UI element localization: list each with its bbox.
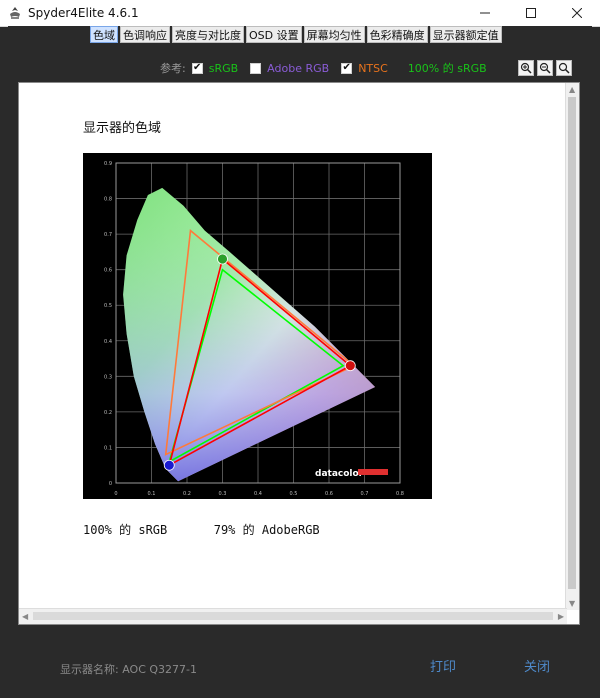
app-icon (10, 7, 20, 19)
y-tick-label: 0.4 (104, 339, 112, 345)
y-tick-label: 0.2 (104, 410, 112, 416)
primary-point (217, 253, 228, 265)
adobe-rgb-label: Adobe RGB (267, 61, 330, 75)
y-tick-label: 0.7 (104, 232, 112, 238)
report-panel: 显示器的色域 0 0.1 0.2 0.3 0.4 0.5 0.6 0.7 0.8… (18, 82, 580, 625)
x-tick-label: 0.6 (325, 491, 333, 497)
zoom-fit-button[interactable] (556, 60, 572, 76)
x-tick-label: 0.2 (183, 491, 191, 497)
zoom-in-icon (520, 62, 532, 74)
brand-label: datacolor (315, 469, 364, 479)
coverage-label: 100% 的 sRGB (407, 62, 487, 75)
close-window-button[interactable] (554, 0, 600, 26)
zoom-fit-icon (558, 62, 570, 74)
primary-point (344, 360, 356, 372)
srgb-coverage: 100% 的 sRGB (83, 523, 168, 537)
y-tick-label: 0.9 (104, 161, 112, 167)
horizontal-scroll-thumb[interactable] (33, 612, 553, 620)
y-tick-label: 0.5 (104, 303, 112, 309)
display-name: 显示器名称: AOC Q3277-1 (60, 663, 197, 676)
x-tick-label: 0.7 (361, 491, 369, 497)
maximize-icon (526, 8, 536, 18)
reference-label: 参考: (160, 62, 186, 75)
spectral-locus-shade (123, 187, 376, 482)
maximize-button[interactable] (508, 0, 554, 26)
gamut-chart: 0 0.1 0.2 0.3 0.4 0.5 0.6 0.7 0.8 0 0.1 0.2 0.3 0.4 0.… (83, 153, 432, 499)
tab-brightness-contrast[interactable]: 亮度与对比度 (172, 26, 244, 43)
tab-display-rating[interactable]: 显示器额定值 (429, 26, 502, 43)
minimize-icon (480, 12, 490, 14)
adobe-coverage: 79% 的 AdobeRGB (213, 523, 320, 537)
y-tick-label: 0.3 (104, 374, 112, 380)
close-button[interactable]: 关闭 (524, 656, 550, 675)
tab-gamut[interactable]: 色域 (90, 26, 118, 43)
zoom-out-icon (539, 62, 551, 74)
x-tick-label: 0.5 (290, 491, 298, 497)
zoom-controls (518, 60, 572, 76)
scroll-left-icon[interactable]: ◀ (22, 612, 28, 621)
tab-tone-response[interactable]: 色调响应 (120, 26, 170, 43)
ntsc-checkbox[interactable]: ✔ (341, 62, 353, 74)
scroll-down-icon[interactable]: ▼ (569, 599, 575, 608)
srgb-checkbox[interactable]: ✔ (191, 62, 203, 74)
vertical-scroll-thumb[interactable] (568, 97, 576, 589)
report-title: 显示器的色域 (83, 121, 162, 136)
horizontal-scrollbar[interactable]: ◀ ▶ (19, 608, 567, 624)
y-tick-label: 0 (109, 481, 112, 487)
tab-osd-settings[interactable]: OSD 设置 (246, 26, 302, 43)
title-bar: Spyder4Elite 4.6.1 (0, 0, 600, 27)
zoom-in-button[interactable] (518, 60, 534, 76)
adobe-rgb-checkbox[interactable] (250, 62, 262, 74)
gamut-chart-svg: 0 0.1 0.2 0.3 0.4 0.5 0.6 0.7 0.8 0 0.1 0.2 0.3 0.4 0.… (104, 161, 404, 497)
scroll-up-icon[interactable]: ▲ (569, 85, 575, 94)
gamut-summary: 100% 的 sRGB 79% 的 AdobeRGB (83, 521, 320, 538)
x-tick-label: 0.3 (219, 491, 227, 497)
primary-point (163, 459, 175, 471)
x-tick-label: 0.4 (254, 491, 262, 497)
ntsc-label: NTSC (358, 61, 388, 75)
x-tick-label: 0 (114, 491, 117, 497)
tab-color-accuracy[interactable]: 色彩精确度 (366, 26, 428, 43)
vertical-scrollbar[interactable]: ▲ ▼ (565, 83, 579, 610)
window-title: Spyder4Elite 4.6.1 (28, 6, 139, 20)
reference-toolbar: 参考: ✔ sRGB Adobe RGB ✔ NTSC 100% 的 sRGB (160, 58, 487, 78)
y-tick-label: 0.6 (104, 268, 112, 274)
zoom-out-button[interactable] (537, 60, 553, 76)
datacolor-logo: datacolor (315, 469, 388, 479)
srgb-label: sRGB (208, 61, 239, 75)
close-icon (572, 8, 582, 18)
minimize-button[interactable] (462, 0, 508, 26)
scroll-right-icon[interactable]: ▶ (558, 612, 564, 621)
print-button[interactable]: 打印 (430, 656, 456, 675)
y-tick-label: 0.8 (104, 197, 112, 203)
tab-bar: 色域 色调响应 亮度与对比度 OSD 设置 屏幕均匀性 色彩精确度 显示器额定值 (90, 26, 502, 43)
y-tick-label: 0.1 (104, 445, 112, 451)
tab-uniformity[interactable]: 屏幕均匀性 (303, 26, 365, 43)
x-tick-label: 0.1 (148, 491, 156, 497)
x-tick-label: 0.8 (396, 491, 404, 497)
